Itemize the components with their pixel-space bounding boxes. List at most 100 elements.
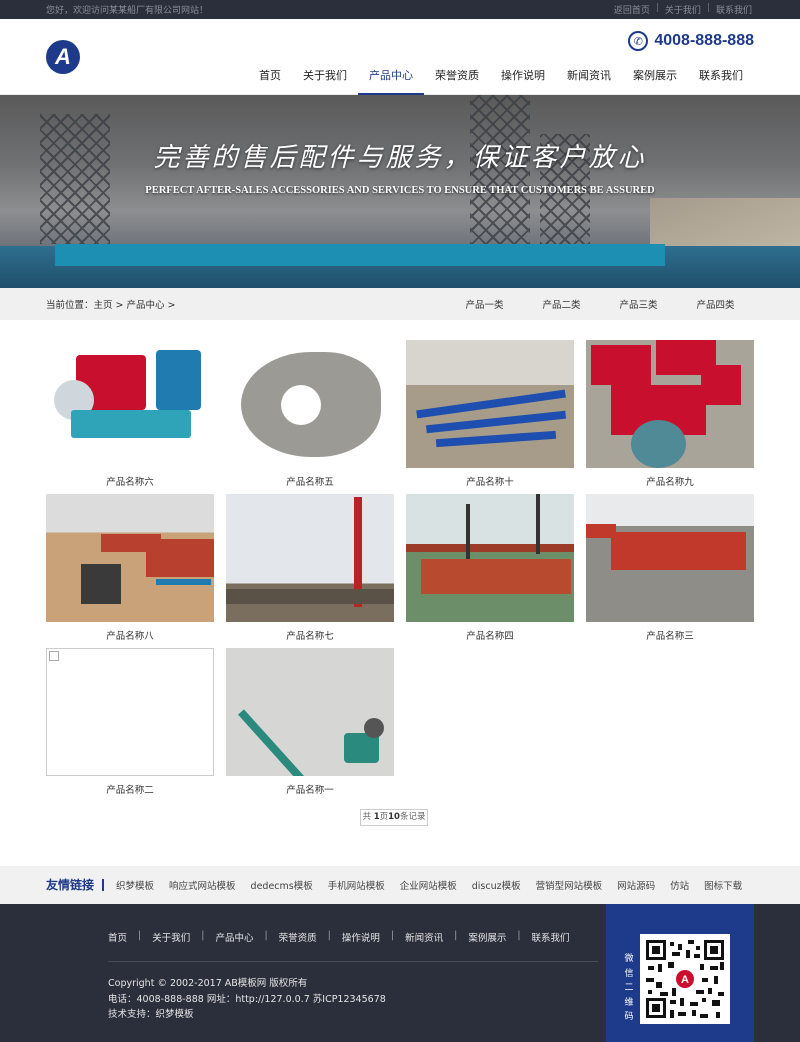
contact-text: 电话：4008-888-888 网址：http://127.0.0.7 苏ICP… [108,993,386,1005]
nav-contact[interactable]: 联系我们 [688,59,754,95]
footer-nav-about[interactable]: 关于我们 [152,930,190,944]
footer-nav-home[interactable]: 首页 [108,930,127,944]
separator: | [655,3,659,13]
friend-links-label: 友情链接 [46,879,105,891]
product-card[interactable]: 产品名称八 [46,494,214,642]
footer-nav-contact[interactable]: 联系我们 [532,930,570,944]
nav-honors[interactable]: 荣誉资质 [424,59,490,95]
product-name[interactable]: 产品名称二 [46,782,214,796]
top-link-home[interactable]: 返回首页 [614,3,650,16]
wechat-qr-panel: 微信二维码 A [606,904,754,1042]
top-links: 返回首页 | 关于我们 | 联系我们 [614,3,752,16]
qr-code-icon: A [640,934,730,1024]
nav-home[interactable]: 首页 [248,59,292,95]
hotline: ✆ 4008-888-888 [628,31,754,51]
friend-link[interactable]: dedecms模板 [251,878,313,892]
pager-prefix: 共 [362,812,374,822]
product-image[interactable] [406,340,574,468]
banner-title: 完善的售后配件与服务，保证客户放心 [153,143,647,173]
product-image[interactable] [46,340,214,468]
breadcrumb: 当前位置：主页 > 产品中心 > [46,300,176,311]
banner-dredger-deck [55,244,665,266]
separator: | [390,930,395,941]
pager-records: 10 [388,812,400,822]
phone-number: 4008-888-888 [654,32,754,49]
footer-nav-news[interactable]: 新闻资讯 [405,930,443,944]
friend-link[interactable]: 企业网站模板 [400,878,457,892]
phone-icon: ✆ [628,31,649,51]
footer-nav-honors[interactable]: 荣誉资质 [279,930,317,944]
pager-mid: 页 [379,812,389,822]
product-name[interactable]: 产品名称九 [586,474,754,488]
site-header: A ✆ 4008-888-888 首页 关于我们 产品中心 荣誉资质 操作说明 … [0,19,800,96]
footer-info: Copyright © 2002-2017 AB模板网 版权所有 电话：4008… [108,976,386,1023]
category-link-4[interactable]: 产品四类 [677,297,754,311]
product-image[interactable] [586,340,754,468]
product-card[interactable]: 产品名称十 [406,340,574,488]
friend-link[interactable]: discuz模板 [472,878,521,892]
nav-cases[interactable]: 案例展示 [622,59,688,95]
product-image[interactable] [586,494,754,622]
qr-code-graphic: A [644,938,726,1020]
product-image[interactable] [226,340,394,468]
footer-divider [108,961,598,962]
product-card[interactable]: 产品名称六 [46,340,214,488]
nav-about[interactable]: 关于我们 [292,59,358,95]
product-card[interactable]: 产品名称四 [406,494,574,642]
footer-nav-manual[interactable]: 操作说明 [342,930,380,944]
top-link-about[interactable]: 关于我们 [665,3,701,16]
main-nav: 首页 关于我们 产品中心 荣誉资质 操作说明 新闻资讯 案例展示 联系我们 [248,59,754,96]
separator: | [454,930,458,941]
product-name[interactable]: 产品名称一 [226,782,394,796]
product-name[interactable]: 产品名称六 [46,474,214,488]
separator: | [327,930,331,941]
category-link-1[interactable]: 产品一类 [446,297,523,311]
top-link-contact[interactable]: 联系我们 [716,3,752,16]
separator: | [138,930,142,941]
broken-image-placeholder[interactable] [46,648,214,776]
product-card[interactable]: 产品名称七 [226,494,394,642]
product-image[interactable] [46,494,214,622]
product-card[interactable]: 产品名称九 [586,340,754,488]
footer-nav-products[interactable]: 产品中心 [215,930,253,944]
friend-link[interactable]: 网站源码 [617,878,655,892]
pager-suffix: 条记录 [399,812,426,822]
svg-text:A: A [681,974,689,986]
product-card[interactable]: 产品名称二 [46,648,214,796]
friend-link[interactable]: 织梦模板 [116,878,154,892]
site-logo[interactable]: A [46,40,80,74]
friend-links-bar: 友情链接 织梦模板 响应式网站模板 dedecms模板 手机网站模板 企业网站模… [0,866,800,904]
category-link-3[interactable]: 产品三类 [600,297,677,311]
broken-image-icon [49,651,59,661]
nav-manual[interactable]: 操作说明 [490,59,556,95]
product-image[interactable] [406,494,574,622]
separator: | [517,930,521,941]
breadcrumb-bar: 当前位置：主页 > 产品中心 > 产品一类 产品二类 产品三类 产品四类 [0,288,800,320]
support-text: 技术支持：织梦模板 [108,1009,194,1020]
site-footer: 首页 | 关于我们 | 产品中心 | 荣誉资质 | 操作说明 | 新闻资讯 | 案例展示 | … [0,904,800,1042]
product-name[interactable]: 产品名称七 [226,628,394,642]
welcome-text: 您好，欢迎访问某某船厂有限公司网站！ [46,6,209,16]
copyright-text: Copyright © 2002-2017 AB模板网 版权所有 [108,978,308,989]
product-name[interactable]: 产品名称八 [46,628,214,642]
product-name[interactable]: 产品名称三 [586,628,754,642]
product-name[interactable]: 产品名称十 [406,474,574,488]
top-bar: 您好，欢迎访问某某船厂有限公司网站！ 返回首页 | 关于我们 | 联系我们 [0,0,800,19]
friend-link[interactable]: 图标下载 [704,878,742,892]
separator: | [201,930,205,941]
product-name[interactable]: 产品名称四 [406,628,574,642]
footer-nav-cases[interactable]: 案例展示 [468,930,506,944]
friend-link[interactable]: 仿站 [670,878,689,892]
friend-link[interactable]: 营销型网站模板 [536,878,603,892]
product-name[interactable]: 产品名称五 [226,474,394,488]
product-image[interactable] [226,494,394,622]
product-card[interactable]: 产品名称三 [586,494,754,642]
friend-link[interactable]: 手机网站模板 [328,878,385,892]
product-card[interactable]: 产品名称一 [226,648,394,796]
product-card[interactable]: 产品名称五 [226,340,394,488]
category-link-2[interactable]: 产品二类 [523,297,600,311]
friend-link[interactable]: 响应式网站模板 [169,878,236,892]
product-image[interactable] [226,648,394,776]
nav-products[interactable]: 产品中心 [358,59,424,96]
nav-news[interactable]: 新闻资讯 [556,59,622,95]
